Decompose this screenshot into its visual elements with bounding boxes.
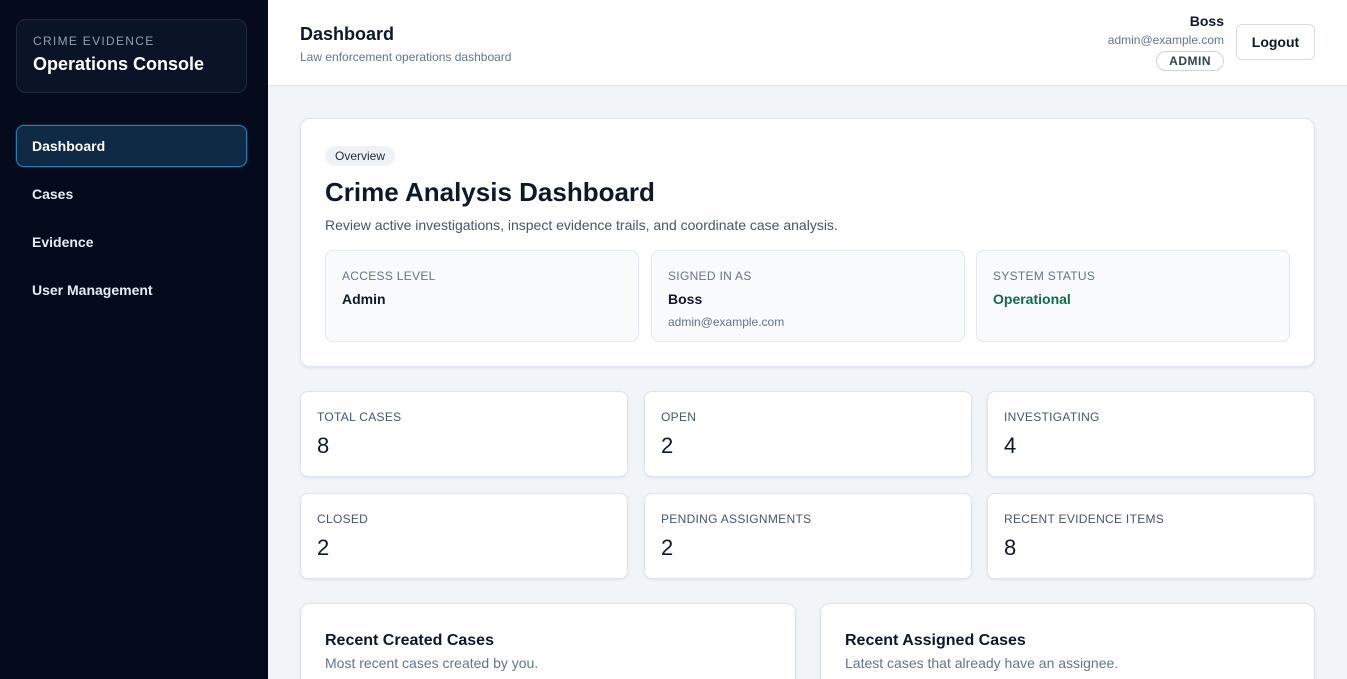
- page-title: Dashboard: [300, 24, 395, 44]
- stat-value: 2: [661, 535, 674, 560]
- access-level-card: ACCESS LEVEL Admin: [325, 250, 639, 342]
- recent-assigned-panel: Recent Assigned Cases Latest cases that …: [820, 603, 1315, 679]
- brand-card: CRIME EVIDENCE Operations Console: [16, 19, 247, 93]
- sidebar-item-evidence[interactable]: Evidence: [16, 221, 247, 263]
- panel-subtitle: Latest cases that already have an assign…: [845, 655, 1119, 671]
- stat-value: 4: [1004, 433, 1017, 458]
- top-header: Dashboard Law enforcement operations das…: [268, 0, 1347, 86]
- info-value: Admin: [342, 291, 386, 307]
- stat-card: CLOSED 2: [300, 493, 628, 579]
- stat-value: 2: [317, 535, 330, 560]
- page-subtitle: Law enforcement operations dashboard: [300, 50, 512, 64]
- stat-card: INVESTIGATING 4: [987, 391, 1315, 477]
- info-sub: admin@example.com: [668, 315, 785, 329]
- stat-label: INVESTIGATING: [1004, 410, 1100, 424]
- info-label: SYSTEM STATUS: [993, 269, 1096, 283]
- stat-card: RECENT EVIDENCE ITEMS 8: [987, 493, 1315, 579]
- sidebar: CRIME EVIDENCE Operations Console Dashbo…: [0, 0, 268, 679]
- stat-value: 8: [317, 433, 330, 458]
- sidebar-item-cases[interactable]: Cases: [16, 173, 247, 215]
- user-name: Boss: [1189, 13, 1224, 29]
- info-label: SIGNED IN AS: [668, 269, 752, 283]
- panel-title: Recent Created Cases: [325, 632, 494, 649]
- stat-card: PENDING ASSIGNMENTS 2: [644, 493, 972, 579]
- panel-title: Recent Assigned Cases: [845, 632, 1026, 649]
- sidebar-nav: Dashboard Cases Evidence User Management: [16, 125, 247, 317]
- recent-created-panel: Recent Created Cases Most recent cases c…: [300, 603, 796, 679]
- stat-card: TOTAL CASES 8: [300, 391, 628, 477]
- stat-label: RECENT EVIDENCE ITEMS: [1004, 512, 1165, 526]
- stat-label: PENDING ASSIGNMENTS: [661, 512, 812, 526]
- brand-kicker: CRIME EVIDENCE: [33, 34, 155, 48]
- info-value: Boss: [668, 291, 703, 307]
- stat-value: 2: [661, 433, 674, 458]
- status-value: Operational: [993, 291, 1071, 307]
- signed-in-card: SIGNED IN AS Boss admin@example.com: [651, 250, 965, 342]
- panel-subtitle: Most recent cases created by you.: [325, 655, 539, 671]
- logout-button[interactable]: Logout: [1236, 24, 1315, 60]
- overview-description: Review active investigations, inspect ev…: [325, 217, 838, 233]
- overview-card: Overview Crime Analysis Dashboard Review…: [300, 118, 1315, 367]
- stat-card: OPEN 2: [644, 391, 972, 477]
- stat-label: TOTAL CASES: [317, 410, 402, 424]
- sidebar-item-user-management[interactable]: User Management: [16, 269, 247, 311]
- role-badge: ADMIN: [1156, 51, 1224, 71]
- user-info: Boss admin@example.com ADMIN: [1108, 13, 1224, 71]
- overview-title: Crime Analysis Dashboard: [325, 177, 655, 207]
- sidebar-item-dashboard[interactable]: Dashboard: [16, 125, 247, 167]
- system-status-card: SYSTEM STATUS Operational: [976, 250, 1290, 342]
- info-label: ACCESS LEVEL: [342, 269, 436, 283]
- stat-value: 8: [1004, 535, 1017, 560]
- stat-label: OPEN: [661, 410, 697, 424]
- stat-label: CLOSED: [317, 512, 369, 526]
- overview-pill: Overview: [325, 146, 396, 166]
- brand-title: Operations Console: [33, 54, 205, 74]
- user-email: admin@example.com: [1107, 33, 1224, 47]
